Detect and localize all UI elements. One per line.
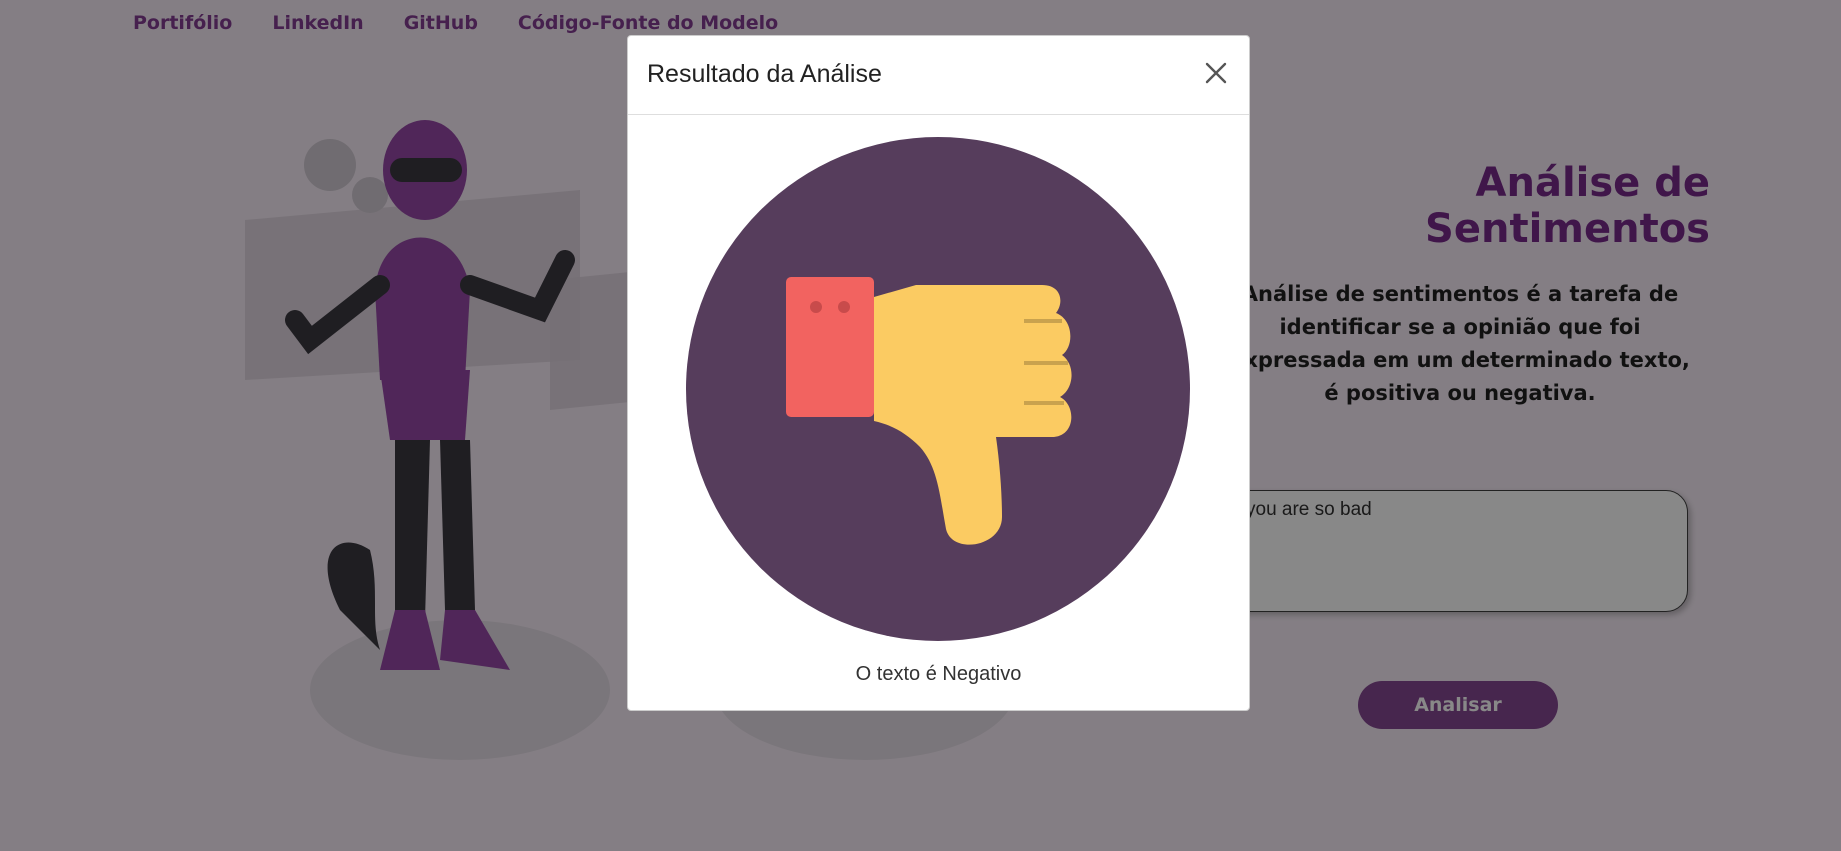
thumbs-down-icon (686, 137, 1190, 641)
result-modal: Resultado da Análise O texto é Negativo (627, 35, 1250, 711)
modal-title: Resultado da Análise (647, 60, 882, 88)
close-icon[interactable] (1201, 58, 1231, 88)
modal-header: Resultado da Análise (628, 36, 1249, 115)
result-text: O texto é Negativo (855, 663, 1022, 685)
